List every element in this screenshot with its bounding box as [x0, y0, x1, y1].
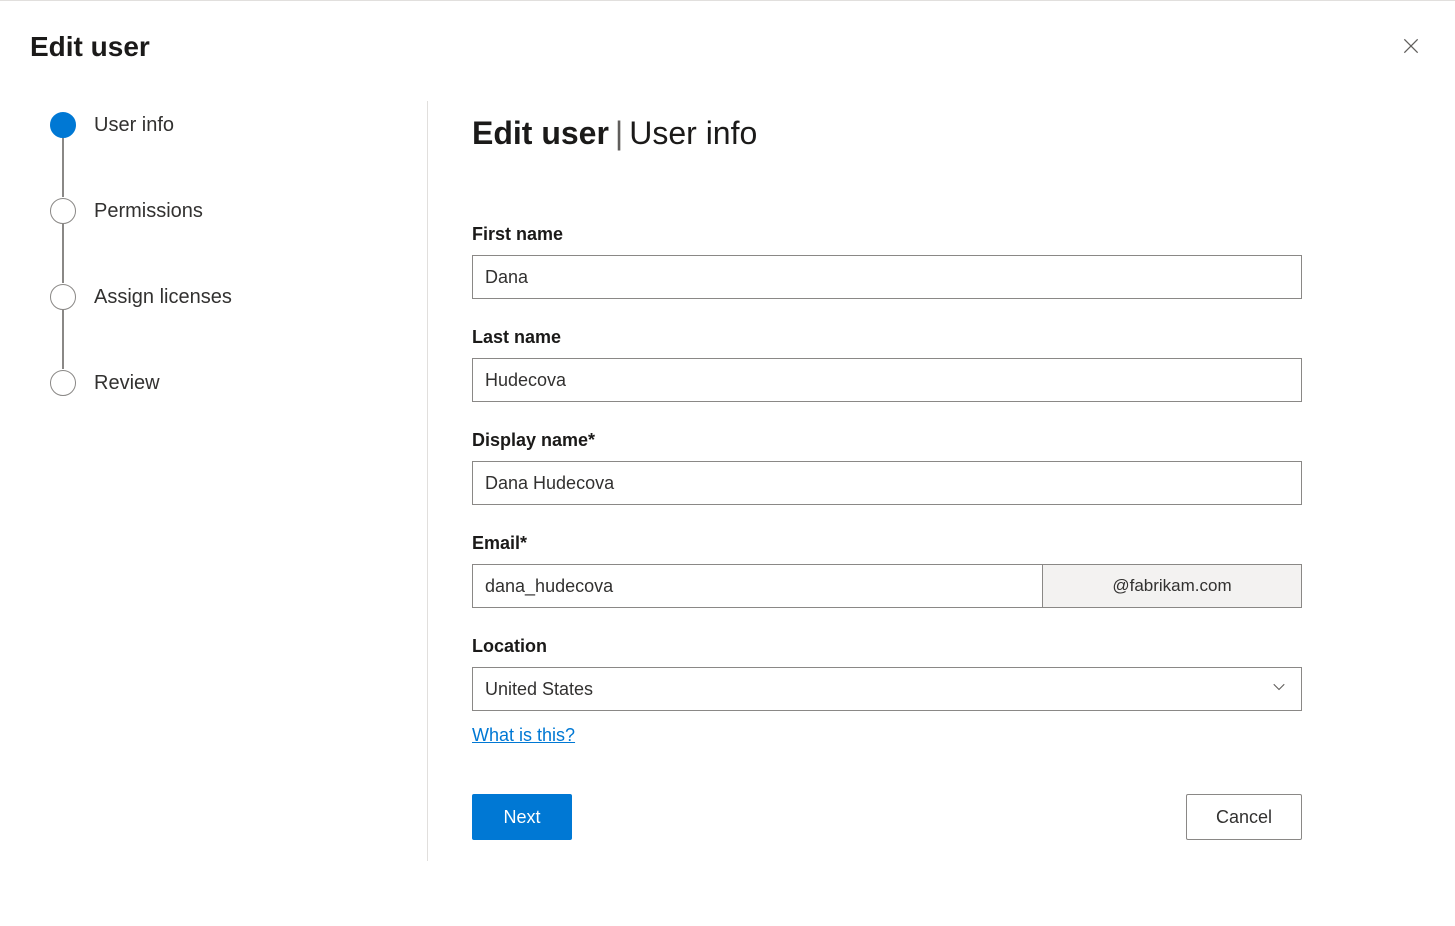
location-label: Location — [472, 636, 1411, 657]
email-label: Email* — [472, 533, 1411, 554]
location-select[interactable]: United States — [472, 667, 1302, 711]
close-icon — [1401, 44, 1421, 59]
step-assign-licenses[interactable]: Assign licenses — [50, 283, 427, 311]
step-user-info[interactable]: User info — [50, 111, 427, 139]
next-button[interactable]: Next — [472, 794, 572, 840]
first-name-label: First name — [472, 224, 1411, 245]
step-connector — [62, 223, 64, 283]
close-button[interactable] — [1397, 32, 1425, 63]
heading-secondary: User info — [629, 115, 757, 151]
heading-primary: Edit user — [472, 115, 609, 151]
step-dot-icon — [50, 198, 76, 224]
email-local-input[interactable] — [472, 564, 1042, 608]
last-name-label: Last name — [472, 327, 1411, 348]
step-label: Review — [94, 372, 160, 395]
step-label: User info — [94, 114, 174, 137]
email-domain-suffix: @fabrikam.com — [1042, 564, 1302, 608]
display-name-input[interactable] — [472, 461, 1302, 505]
step-label: Permissions — [94, 200, 203, 223]
wizard-stepper: User info Permissions Assign licenses Re… — [0, 101, 428, 861]
step-review[interactable]: Review — [50, 369, 427, 397]
location-help-link[interactable]: What is this? — [472, 725, 575, 746]
step-permissions[interactable]: Permissions — [50, 197, 427, 225]
form-main: Edit user|User info First name Last name… — [428, 101, 1455, 861]
step-label: Assign licenses — [94, 286, 232, 309]
step-connector — [62, 309, 64, 369]
heading-separator: | — [615, 115, 623, 151]
step-dot-icon — [50, 370, 76, 396]
step-dot-icon — [50, 284, 76, 310]
page-heading: Edit user|User info — [472, 115, 1411, 152]
last-name-input[interactable] — [472, 358, 1302, 402]
step-connector — [62, 137, 64, 197]
step-dot-icon — [50, 112, 76, 138]
cancel-button[interactable]: Cancel — [1186, 794, 1302, 840]
panel-title: Edit user — [30, 31, 150, 63]
first-name-input[interactable] — [472, 255, 1302, 299]
display-name-label: Display name* — [472, 430, 1411, 451]
